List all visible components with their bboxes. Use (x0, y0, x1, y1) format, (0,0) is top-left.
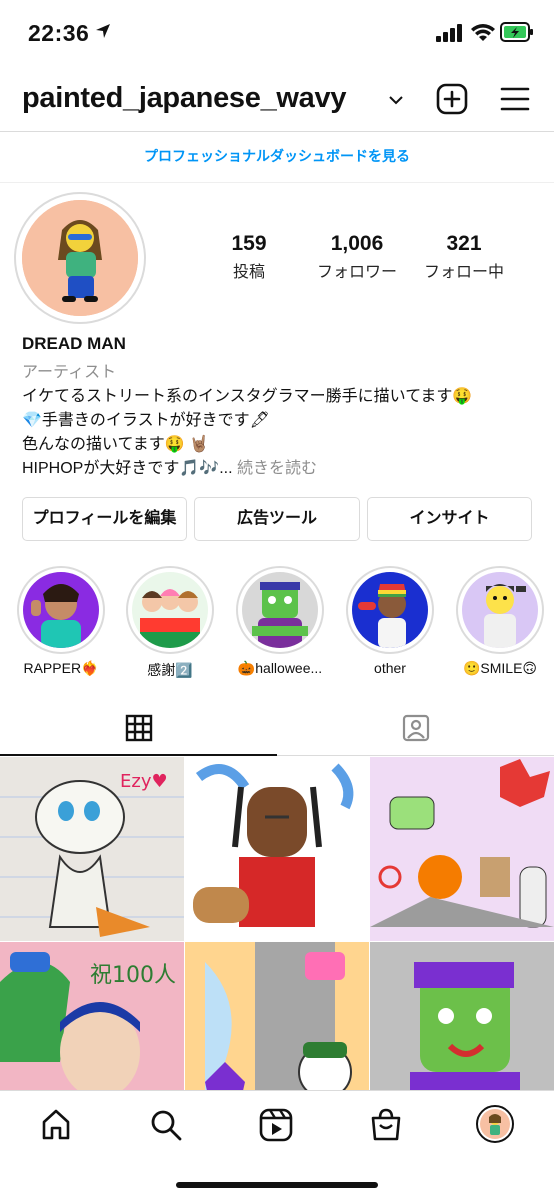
status-time: 22:36 (28, 20, 90, 46)
hamburger-menu-icon[interactable] (500, 85, 530, 113)
following-stat[interactable]: 321 フォロー中 (414, 232, 514, 282)
profile-avatar[interactable] (476, 1105, 514, 1143)
header-divider (0, 131, 554, 132)
bio-line: イケてるストリート系のインスタグラマー勝手に描いてます🤑 (22, 388, 473, 405)
bio-line: HIPHOPが大好きです🎵🎶... 続きを読む (22, 454, 317, 478)
grid-post[interactable] (185, 757, 369, 941)
story-highlight[interactable]: other (343, 566, 437, 676)
professional-dashboard-link[interactable]: プロフェッショナルダッシュボードを見る (0, 146, 554, 166)
pro-divider (0, 182, 554, 183)
profile-avatar[interactable] (22, 200, 138, 316)
shop-icon[interactable] (368, 1107, 404, 1143)
create-post-icon[interactable] (436, 83, 468, 115)
profile-header: painted_japanese_wavy (0, 66, 554, 132)
story-highlight[interactable]: 🙂SMILE🙃 (453, 566, 547, 677)
posts-count: 159 (231, 232, 267, 255)
following-label: フォロー中 (423, 264, 504, 281)
grid-post[interactable]: Ezy♥ (0, 757, 184, 941)
battery-charging-icon (500, 22, 533, 42)
edit-profile-button[interactable]: プロフィールを編集 (22, 497, 187, 541)
story-highlight[interactable]: 感謝2️⃣ (123, 566, 217, 680)
svg-text:祝100人: 祝100人 (90, 963, 176, 988)
read-more-link[interactable]: 続きを読む (233, 460, 317, 477)
search-icon[interactable] (148, 1107, 184, 1143)
ad-tools-button[interactable]: 広告ツール (194, 497, 360, 541)
bio-line: 色んなの描いてます🤑 🤘🏽 (22, 436, 210, 453)
story-highlight[interactable]: 🎃halloweе... (233, 566, 327, 677)
insights-button[interactable]: インサイト (367, 497, 532, 541)
highlight-cover (352, 572, 428, 648)
highlight-label: 🙂SMILE🙃 (462, 660, 538, 676)
svg-text:Ezy♥: Ezy♥ (120, 771, 168, 792)
highlight-label: 🎃halloweе... (237, 660, 323, 676)
following-count: 321 (446, 232, 482, 255)
grid-icon (125, 714, 152, 742)
grid-post[interactable] (370, 757, 554, 941)
highlight-ring (17, 566, 105, 654)
highlight-ring (126, 566, 214, 654)
cellular-signal-icon (436, 24, 462, 42)
highlight-ring (346, 566, 434, 654)
status-bar: 22:36 (0, 0, 554, 66)
followers-label: フォロワー (316, 264, 397, 281)
bio-text: HIPHOPが大好きです🎵🎶... (22, 460, 233, 477)
account-username[interactable]: painted_japanese_wavy (22, 82, 346, 115)
home-icon[interactable] (38, 1107, 74, 1143)
category-label: アーティスト (22, 364, 117, 381)
tagged-person-icon (402, 714, 429, 742)
display-name: DREAD MAN (22, 334, 126, 353)
bio-line: 💎手書きのイラストが好きです🖋 (22, 412, 270, 429)
highlight-cover (242, 572, 318, 648)
highlight-cover (462, 572, 538, 648)
location-arrow-icon (96, 24, 110, 38)
followers-stat[interactable]: 1,006 フォロワー (302, 232, 412, 282)
tab-tagged[interactable] (277, 700, 554, 756)
posts-stat[interactable]: 159 投稿 (214, 232, 284, 282)
highlight-ring (456, 566, 544, 654)
story-highlight[interactable]: RAPPER❤️‍🔥 (14, 566, 108, 677)
tab-posts-grid[interactable] (0, 700, 277, 756)
chevron-down-icon[interactable] (388, 92, 404, 108)
highlight-label: other (374, 660, 406, 676)
highlight-label: RAPPER❤️‍🔥 (23, 660, 99, 676)
home-indicator (176, 1182, 378, 1188)
reels-icon[interactable] (258, 1107, 294, 1143)
wifi-icon (471, 24, 495, 41)
highlight-label: 感謝2️⃣ (147, 662, 193, 678)
followers-count: 1,006 (330, 232, 384, 255)
highlight-ring (236, 566, 324, 654)
highlight-cover (132, 572, 208, 648)
posts-label: 投稿 (232, 264, 265, 281)
highlight-cover (23, 572, 99, 648)
